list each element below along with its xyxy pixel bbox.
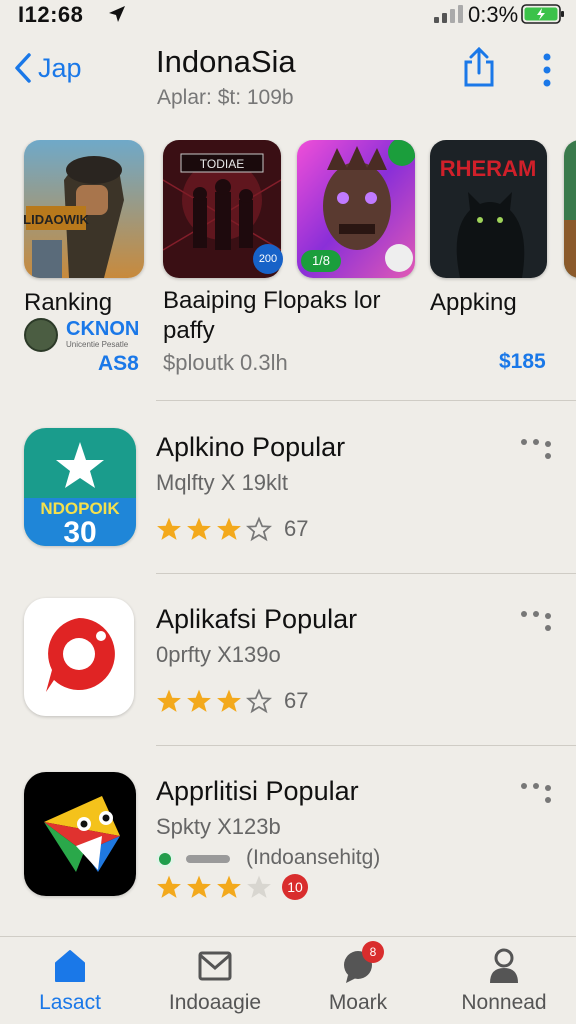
status-bar: I12:68 0:3% — [0, 0, 576, 30]
star-filled-icon — [217, 517, 241, 540]
star-filled-icon — [157, 875, 181, 898]
chevron-left-icon — [15, 53, 31, 83]
app-icon — [24, 598, 134, 716]
carousel-card[interactable]: LIDAOWIK Ranking — [24, 140, 154, 318]
developer-caption: Unicentie Pesatle — [66, 340, 129, 349]
mail-icon — [198, 951, 232, 981]
card-price: $185 — [499, 350, 546, 373]
app-subtitle: 0prfty X139o — [156, 642, 281, 667]
app-subtitle: Spkty X123b — [156, 814, 281, 839]
star-filled-icon — [217, 875, 241, 898]
progress-bar — [186, 855, 230, 863]
more-vertical-icon[interactable] — [538, 52, 556, 88]
card-title-line2: paffy — [163, 317, 215, 344]
app-title: Aplikafsi Popular — [156, 604, 358, 634]
star-outline-icon — [246, 688, 272, 714]
avatar — [24, 318, 58, 352]
card-title: Appking — [430, 289, 517, 316]
location-arrow-icon — [109, 6, 125, 22]
tab-label: Nonnead — [461, 991, 547, 1014]
page-title: IndonaSia — [156, 44, 296, 79]
card-thumb-text: TODIAE — [200, 157, 244, 171]
card-title: Baaiping Flopaks lor — [163, 287, 381, 314]
status-dot — [156, 850, 174, 868]
star-filled-icon — [187, 875, 211, 898]
carousel-card-partial[interactable] — [564, 140, 576, 278]
app-extra-text: (Indoansehitg) — [246, 846, 381, 869]
card-title: Ranking — [24, 289, 113, 316]
signal-icon — [434, 5, 463, 23]
app-subtitle: Mqlfty X 19klt — [156, 470, 289, 495]
app-icon — [24, 772, 136, 896]
share-icon[interactable] — [461, 46, 497, 88]
list-item[interactable]: NDOPOIK 30 Aplkino Popular Mqlfty X 19kl… — [0, 412, 576, 572]
carousel-card[interactable]: 1/8 — [297, 140, 427, 278]
tab-chat[interactable]: 8 Moark — [288, 941, 428, 1015]
card-thumb-text: LIDAOWIK — [24, 212, 89, 227]
star-filled-icon — [187, 517, 211, 540]
back-button[interactable]: Jap — [12, 48, 82, 88]
divider — [156, 745, 576, 746]
star-filled-icon — [217, 689, 241, 712]
star-rating: 10 — [156, 874, 308, 900]
tab-bar: Lasact Indoaagie 8 Moark Nonnead — [0, 936, 576, 1024]
tab-home[interactable]: Lasact — [0, 947, 140, 1015]
list-item[interactable]: Apprlitisi Popular Spkty X123b (Indoanse… — [0, 756, 576, 916]
divider — [156, 400, 576, 401]
status-time: I12:68 — [18, 2, 84, 27]
notification-badge: 8 — [362, 941, 384, 963]
more-horizontal-icon[interactable] — [520, 438, 552, 462]
battery-percent: 0:3% — [468, 2, 519, 27]
star-filled-icon — [187, 689, 211, 712]
star-rating: 67 — [156, 688, 308, 714]
app-title: Aplkino Popular — [156, 432, 346, 462]
battery-icon — [521, 4, 564, 24]
back-label: Jap — [38, 52, 82, 83]
icon-text-bottom: 30 — [63, 516, 96, 546]
rating-count: 67 — [284, 688, 309, 713]
carousel-card[interactable]: RHERAM Appking — [430, 140, 560, 318]
more-horizontal-icon[interactable] — [520, 782, 552, 806]
star-rating: 67 — [156, 516, 308, 542]
card-subtitle: $ploutk 0.3lh — [163, 350, 288, 375]
star-outline-icon — [246, 516, 272, 542]
app-icon: NDOPOIK 30 — [24, 428, 136, 546]
tab-profile[interactable]: Nonnead — [434, 947, 574, 1015]
tab-label: Lasact — [39, 991, 101, 1014]
card-thumb-text: RHERAM — [440, 156, 537, 181]
star-empty-icon — [247, 875, 271, 898]
card-price: AS8 — [98, 352, 139, 375]
star-filled-icon — [157, 689, 181, 712]
tab-mail[interactable]: Indoaagie — [145, 947, 285, 1015]
card-thumbnail — [564, 140, 576, 278]
home-icon — [55, 950, 85, 982]
divider — [156, 573, 576, 574]
more-horizontal-icon[interactable] — [520, 610, 552, 634]
rating-count: 67 — [284, 516, 309, 541]
card-thumbnail: RHERAM — [430, 140, 547, 278]
install-progress-row: (Indoansehitg) — [156, 846, 416, 872]
app-title: Apprlitisi Popular — [156, 776, 359, 806]
page-subtitle: Aplar: $t: 109b — [157, 86, 294, 109]
card-thumbnail: LIDAOWIK — [24, 140, 144, 278]
list-item[interactable]: Aplikafsi Popular 0prfty X139o 67 — [0, 584, 576, 744]
rating-count-badge: 10 — [282, 874, 308, 900]
card-badge: 200 — [253, 244, 283, 274]
tab-label: Indoaagie — [168, 991, 262, 1014]
person-icon — [490, 948, 518, 983]
card-badge: 1/8 — [301, 250, 341, 272]
tab-label: Moark — [328, 991, 388, 1014]
star-filled-icon — [157, 517, 181, 540]
featured-carousel[interactable]: LIDAOWIK Ranking CKNON Unicentie Pesatle… — [0, 140, 576, 385]
developer-name: CKNON — [66, 318, 140, 340]
